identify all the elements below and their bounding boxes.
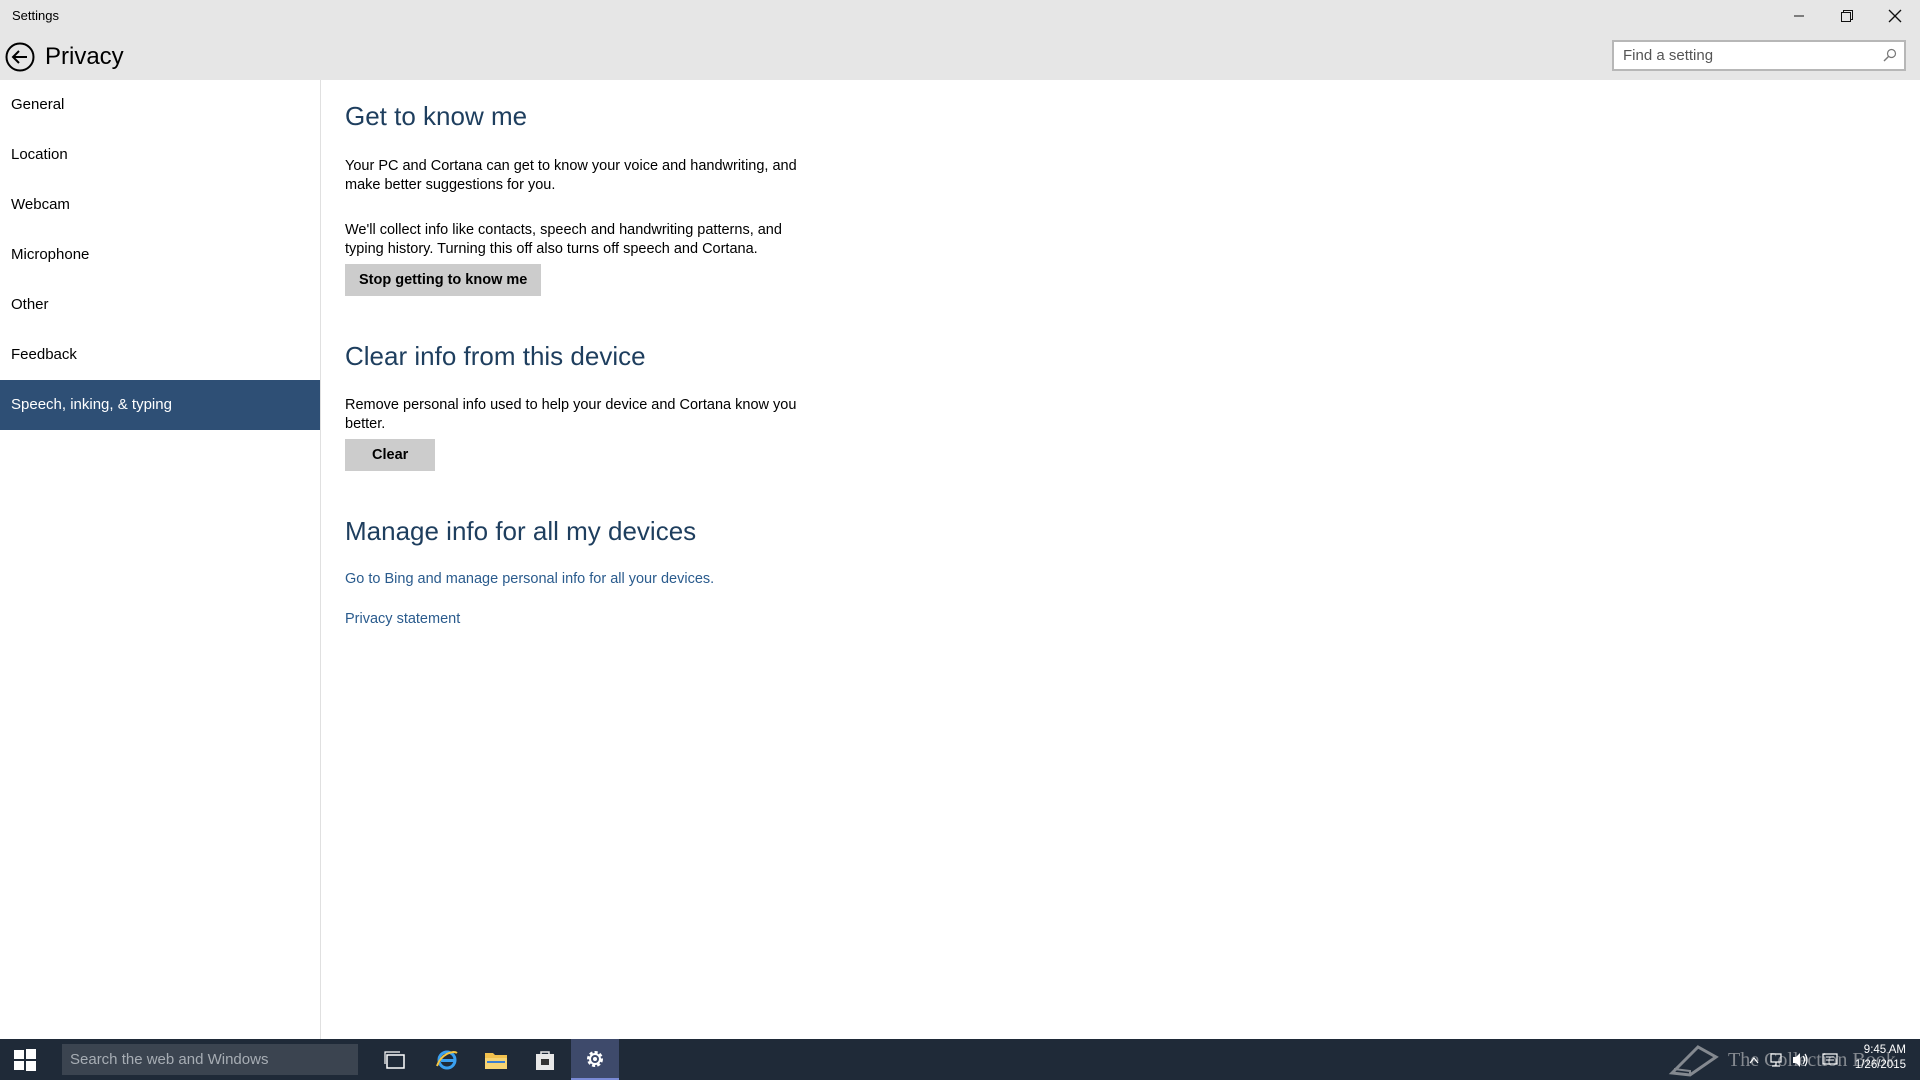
chevron-up-icon xyxy=(1749,1056,1759,1063)
start-button[interactable] xyxy=(0,1039,50,1080)
find-setting-box[interactable] xyxy=(1612,40,1906,71)
stop-getting-to-know-me-button[interactable]: Stop getting to know me xyxy=(345,264,542,296)
bing-manage-link[interactable]: Go to Bing and manage personal info for … xyxy=(345,571,714,587)
clear-button[interactable]: Clear xyxy=(345,439,436,471)
close-button[interactable] xyxy=(1872,0,1918,31)
sidebar-item-other[interactable]: Other xyxy=(0,280,320,330)
show-hidden-icons-button[interactable] xyxy=(1745,1039,1763,1080)
action-center-button[interactable] xyxy=(1818,1039,1842,1080)
internet-explorer-button[interactable] xyxy=(423,1039,471,1080)
title-bar: Settings xyxy=(0,0,1920,31)
minimize-button[interactable] xyxy=(1776,0,1822,31)
taskbar-search-box[interactable]: Search the web and Windows xyxy=(62,1044,358,1075)
task-view-icon xyxy=(384,1050,405,1069)
network-button[interactable] xyxy=(1766,1039,1788,1080)
window-title: Settings xyxy=(12,8,59,23)
clear-info-description: Remove personal info used to help your d… xyxy=(345,397,797,432)
back-arrow-icon xyxy=(5,42,35,72)
store-button[interactable] xyxy=(521,1039,569,1080)
internet-explorer-icon xyxy=(436,1050,458,1069)
sidebar: General Location Webcam Microphone Other… xyxy=(0,80,321,1039)
book-logo-icon xyxy=(1668,1045,1719,1077)
maximize-button[interactable] xyxy=(1824,0,1870,31)
close-icon xyxy=(1888,9,1902,22)
back-button[interactable] xyxy=(5,42,35,72)
sidebar-item-location[interactable]: Location xyxy=(0,130,320,180)
clock[interactable]: 9:45 AM 1/26/2015 xyxy=(1846,1043,1906,1073)
minimize-icon xyxy=(1794,15,1804,16)
volume-icon xyxy=(1793,1052,1808,1067)
settings-gear-icon xyxy=(587,1050,603,1067)
search-input[interactable] xyxy=(1614,42,1873,69)
network-icon xyxy=(1770,1052,1782,1067)
file-explorer-icon xyxy=(485,1052,507,1069)
sidebar-item-general[interactable]: General xyxy=(0,80,320,130)
file-explorer-button[interactable] xyxy=(472,1039,520,1080)
sidebar-item-microphone[interactable]: Microphone xyxy=(0,230,320,280)
maximize-icon xyxy=(1841,9,1853,22)
task-view-button[interactable] xyxy=(371,1039,419,1080)
manage-info-heading: Manage info for all my devices xyxy=(345,516,697,546)
taskbar: Search the web and Windows The Collectio… xyxy=(0,1039,1920,1080)
settings-app-button[interactable] xyxy=(571,1039,619,1080)
sidebar-item-speech-inking-typing[interactable]: Speech, inking, & typing xyxy=(0,380,320,430)
clock-time: 9:45 AM xyxy=(1863,1044,1906,1056)
privacy-statement-link[interactable]: Privacy statement xyxy=(345,611,460,627)
get-to-know-me-collect-info: We'll collect info like contacts, speech… xyxy=(345,222,782,257)
search-icon[interactable] xyxy=(1883,48,1897,62)
clear-info-heading: Clear info from this device xyxy=(345,341,646,371)
store-icon xyxy=(536,1050,554,1070)
action-center-icon xyxy=(1822,1052,1838,1065)
page-header: Privacy xyxy=(0,31,1920,80)
page-title: Privacy xyxy=(45,43,124,70)
sidebar-item-feedback[interactable]: Feedback xyxy=(0,330,320,380)
volume-button[interactable] xyxy=(1790,1039,1812,1080)
sidebar-item-webcam[interactable]: Webcam xyxy=(0,180,320,230)
clock-date: 1/26/2015 xyxy=(1854,1059,1906,1071)
get-to-know-me-description: Your PC and Cortana can get to know your… xyxy=(345,158,797,193)
windows-start-icon xyxy=(14,1048,36,1071)
get-to-know-me-heading: Get to know me xyxy=(345,101,528,131)
